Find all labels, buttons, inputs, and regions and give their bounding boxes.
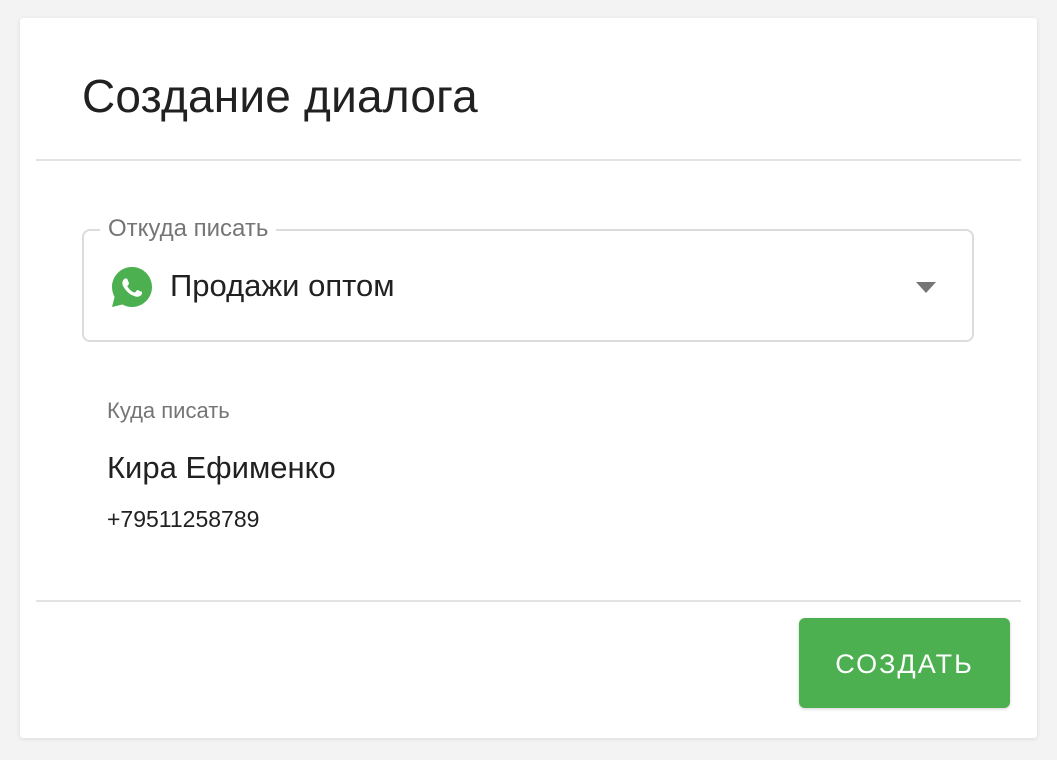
create-button[interactable]: СОЗДАТЬ — [799, 618, 1010, 708]
footer-divider — [36, 600, 1021, 602]
contact-phone: +79511258789 — [107, 506, 260, 532]
chevron-down-icon[interactable] — [916, 282, 936, 293]
to-contact-label: Куда писать — [107, 398, 230, 423]
from-channel-select[interactable]: Откуда писать Продажи оптом — [82, 215, 974, 342]
contact-name: Кира Ефименко — [107, 450, 336, 485]
whatsapp-icon — [112, 267, 152, 307]
dialog-title: Создание диалога — [82, 70, 478, 122]
from-channel-label: Откуда писать — [100, 215, 277, 243]
from-channel-value: Продажи оптом — [170, 268, 395, 303]
header-divider — [36, 159, 1021, 161]
create-dialog-modal: Создание диалога Откуда писать Продажи о… — [20, 18, 1037, 738]
